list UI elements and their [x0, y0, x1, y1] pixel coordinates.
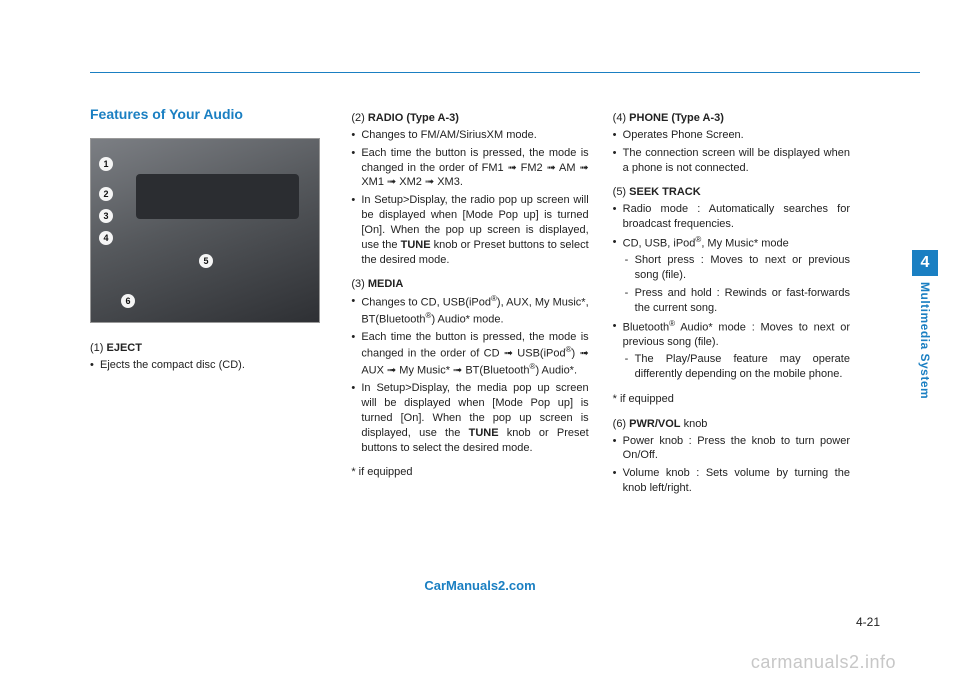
callout-1: 1 — [99, 157, 113, 171]
list-item: In Setup>Display, the radio pop up scree… — [351, 193, 588, 267]
heading-media: (3) MEDIA — [351, 277, 588, 292]
list-eject: Ejects the compact disc (CD). — [90, 358, 327, 373]
column-2: (2) RADIO (Type A-3) Changes to FM/AM/Si… — [351, 105, 588, 506]
list-item: Bluetooth® Audio* mode : Moves to next o… — [613, 319, 850, 382]
column-3: (4) PHONE (Type A-3) Operates Phone Scre… — [613, 105, 850, 506]
chapter-tab: 4 Multimedia System — [912, 250, 938, 399]
page-number: 4-21 — [856, 615, 880, 629]
list-seek-track: Radio mode : Automatically searches for … — [613, 202, 850, 382]
watermark-bottom: carmanuals2.info — [751, 652, 896, 673]
callout-5: 5 — [199, 254, 213, 268]
heading-eject: (1) EJECT — [90, 341, 327, 356]
callout-4: 4 — [99, 231, 113, 245]
list-item: The Play/Pause feature may operate diffe… — [623, 352, 850, 382]
chapter-name: Multimedia System — [918, 282, 932, 399]
list-item: Short press : Moves to next or previous … — [623, 253, 850, 283]
footnote: * if equipped — [351, 465, 588, 480]
callout-6: 6 — [121, 294, 135, 308]
callout-3: 3 — [99, 209, 113, 223]
list-item: In Setup>Display, the media pop up scree… — [351, 381, 588, 455]
watermark-center: CarManuals2.com — [424, 578, 535, 593]
list-item: Changes to FM/AM/SiriusXM mode. — [351, 128, 588, 143]
column-1: Features of Your Audio 1 2 3 4 5 6 (1) E… — [90, 105, 327, 506]
heading-seek-track: (5) SEEK TRACK — [613, 185, 850, 200]
list-item: Press and hold : Rewinds or fast-forward… — [623, 286, 850, 316]
list-item: CD, USB, iPod®, My Music* mode Short pre… — [613, 235, 850, 316]
section-title: Features of Your Audio — [90, 105, 327, 124]
list-item: Each time the button is pressed, the mod… — [351, 330, 588, 378]
list-item: Ejects the compact disc (CD). — [90, 358, 327, 373]
list-item: The connection screen will be displayed … — [613, 146, 850, 176]
heading-radio: (2) RADIO (Type A-3) — [351, 111, 588, 126]
list-item: Radio mode : Automatically searches for … — [613, 202, 850, 232]
top-rule — [90, 72, 920, 73]
list-item: Volume knob : Sets volume by turning the… — [613, 466, 850, 496]
chapter-number: 4 — [912, 250, 938, 276]
list-radio: Changes to FM/AM/SiriusXM mode. Each tim… — [351, 128, 588, 268]
list-item: Changes to CD, USB(iPod®), AUX, My Music… — [351, 294, 588, 327]
heading-pwr-vol: (6) PWR/VOL knob — [613, 417, 850, 432]
list-item: Each time the button is pressed, the mod… — [351, 146, 588, 191]
audio-unit-photo: 1 2 3 4 5 6 — [90, 138, 320, 323]
heading-phone: (4) PHONE (Type A-3) — [613, 111, 850, 126]
footnote: * if equipped — [613, 392, 850, 407]
list-media: Changes to CD, USB(iPod®), AUX, My Music… — [351, 294, 588, 455]
sub-list: Short press : Moves to next or previous … — [623, 253, 850, 315]
list-phone: Operates Phone Screen. The connection sc… — [613, 128, 850, 176]
sub-list: The Play/Pause feature may operate diffe… — [623, 352, 850, 382]
list-item: Operates Phone Screen. — [613, 128, 850, 143]
page-content: Features of Your Audio 1 2 3 4 5 6 (1) E… — [90, 105, 850, 506]
callout-2: 2 — [99, 187, 113, 201]
list-pwr-vol: Power knob : Press the knob to turn powe… — [613, 434, 850, 496]
list-item: Power knob : Press the knob to turn powe… — [613, 434, 850, 464]
